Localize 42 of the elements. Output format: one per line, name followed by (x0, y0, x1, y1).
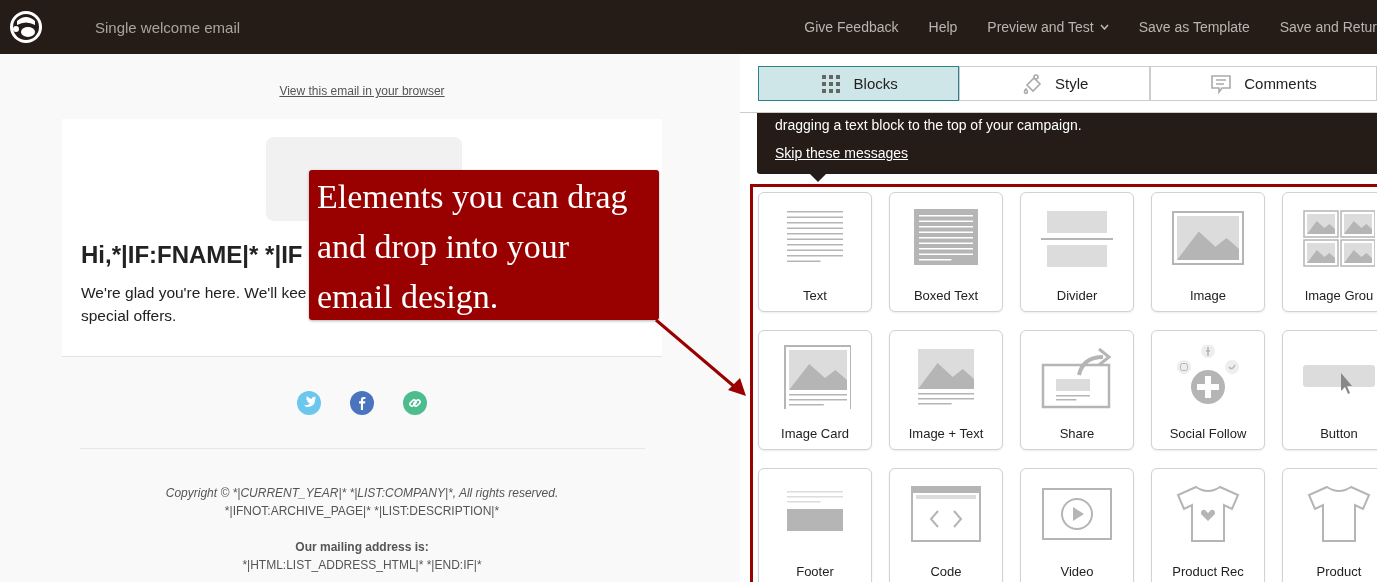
block-tile[interactable]: Button (1282, 330, 1377, 450)
body-text: special offers. (81, 306, 177, 326)
link-icon[interactable] (403, 391, 427, 415)
nav-link[interactable]: Save and Retur (1279, 19, 1377, 35)
panel-tab[interactable]: Blocks (758, 66, 960, 101)
email-heading: Hi,*|IF:FNAME|* *|IF (81, 241, 303, 269)
address-label: Our mailing address is: (295, 539, 429, 556)
block-tile[interactable]: Text (758, 192, 872, 312)
panel-tab[interactable]: Style (959, 66, 1150, 101)
twitter-icon[interactable] (297, 391, 321, 415)
block-tile[interactable]: Product Rec (1151, 468, 1265, 582)
share-icon (1041, 345, 1113, 409)
block-tile[interactable]: Image + Text (889, 330, 1003, 450)
block-tile[interactable]: Product (1282, 468, 1377, 582)
address-text: *|HTML:LIST_ADDRESS_HTML|* *|END:IF|* (242, 557, 482, 574)
tip-text: dragging a text block to the top of your campaign. (775, 116, 1083, 134)
description-text: *|IFNOT:ARCHIVE_PAGE|* *|LIST:DESCRIPTION|* (224, 503, 500, 520)
block-tile[interactable]: Video (1020, 468, 1134, 582)
nav-link[interactable]: Preview and Test (987, 19, 1109, 35)
block-tile[interactable]: Image Grou (1282, 192, 1377, 312)
nav-link[interactable]: Save as Template (1138, 19, 1250, 35)
block-tile[interactable]: Boxed Text (889, 192, 1003, 312)
block-tile[interactable]: Social Follow (1151, 330, 1265, 450)
callout-box: Elements you can drag and drop into your email design. (309, 170, 659, 320)
comment-icon (1210, 72, 1233, 95)
block-tile[interactable]: Share (1020, 330, 1134, 450)
block-tile[interactable]: Image Card (758, 330, 872, 450)
grid-icon (819, 72, 842, 95)
block-tile[interactable]: Code (889, 468, 1003, 582)
browser-link[interactable]: View this email in your browser (279, 84, 445, 98)
block-tile[interactable]: Image (1151, 192, 1265, 312)
facebook-icon[interactable] (350, 391, 374, 415)
block-tile[interactable]: Footer (758, 468, 872, 582)
block-tile[interactable]: Divider (1020, 192, 1134, 312)
skip-link[interactable]: Skip these messages (775, 144, 909, 162)
nav-link[interactable]: Give Feedback (804, 19, 899, 35)
body-text: We're glad you're here. We'll kee (81, 283, 307, 303)
campaign-title: Single welcome email (95, 18, 242, 36)
nav-link[interactable]: Help (928, 19, 958, 35)
copyright-text: Copyright © *|CURRENT_YEAR|* *|LIST:COMPANY|*, All rights reserved. (165, 485, 559, 502)
paint-bucket-icon (1021, 72, 1043, 95)
panel-tab[interactable]: Comments (1149, 66, 1377, 101)
